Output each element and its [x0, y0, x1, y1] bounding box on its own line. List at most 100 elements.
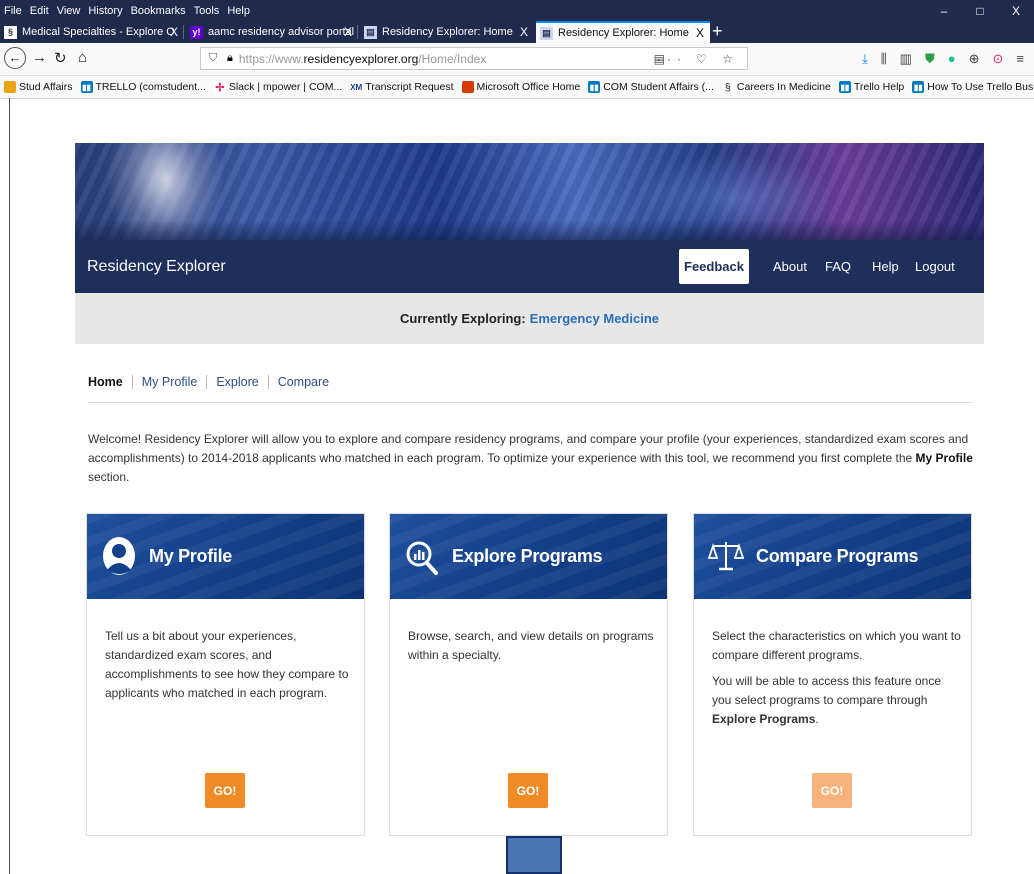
crumb-explore[interactable]: Explore	[206, 375, 267, 389]
tab-strip: § Medical Specialties - Explore O X y! a…	[0, 21, 1034, 43]
slack-icon: ✢	[213, 81, 226, 94]
card-header: Explore Programs	[390, 514, 667, 599]
tab-residency-explorer-active[interactable]: ▤ Residency Explorer: Home X	[536, 21, 710, 43]
bookmark-item[interactable]: XM Transcript Request	[350, 81, 454, 93]
extension-icon[interactable]: ⊕	[969, 51, 980, 67]
bookmark-favicon-icon	[4, 81, 16, 93]
window-edge	[9, 98, 10, 874]
site-brand[interactable]: Residency Explorer	[87, 240, 226, 293]
exploring-specialty[interactable]: Emergency Medicine	[530, 311, 659, 326]
trello-icon: ▮▮	[80, 81, 93, 93]
tab-title: Residency Explorer: Home	[382, 26, 513, 38]
my-profile-ref: My Profile	[915, 451, 973, 465]
card-header: My Profile	[87, 514, 364, 599]
xm-icon: XM	[350, 81, 363, 93]
close-tab-icon[interactable]: X	[696, 26, 704, 40]
tab-title: Medical Specialties - Explore O	[22, 26, 175, 38]
cim-icon: §	[721, 81, 734, 93]
tab-separator	[357, 25, 358, 39]
exploring-label: Currently Exploring:	[399, 311, 526, 326]
crumb-compare[interactable]: Compare	[267, 375, 338, 389]
tracking-shield-icon[interactable]: ⛉	[209, 52, 217, 65]
crumb-my-profile[interactable]: My Profile	[131, 375, 207, 389]
reload-icon[interactable]: ↻	[54, 49, 67, 67]
card-title: Explore Programs	[452, 546, 603, 566]
bookmark-item[interactable]: ✢ Slack | mpower | COM...	[213, 81, 342, 94]
banner-shade	[75, 220, 984, 240]
download-icon[interactable]: ⤓	[862, 51, 868, 67]
user-icon	[103, 537, 135, 575]
explore-programs-ref: Explore Programs	[712, 712, 816, 726]
navigation-bar: ← → ↻ ⌂ ⛉ 🔒︎ https://www. residencyexplor…	[0, 43, 1034, 76]
grammarly-icon[interactable]: ●	[948, 51, 956, 67]
pocket-icon[interactable]: ⊙	[993, 51, 1004, 67]
bookmark-item[interactable]: ▮▮ Trello Help	[838, 81, 904, 93]
tab-aamc-advisor[interactable]: y! aamc residency advisor portal X	[186, 21, 358, 43]
sidebar-icon[interactable]: ▥	[900, 51, 912, 67]
card-body: Select the characteristics on which you …	[712, 629, 961, 726]
office-icon	[461, 81, 474, 93]
bookmark-item[interactable]: ▮▮ TRELLO (comstudent...	[80, 81, 206, 93]
menu-view[interactable]: View	[57, 5, 81, 17]
bookmark-item[interactable]: Microsoft Office Home	[461, 81, 580, 93]
menu-bookmarks[interactable]: Bookmarks	[131, 5, 186, 17]
nav-about[interactable]: About	[773, 240, 807, 293]
trello-icon: ▮▮	[912, 81, 925, 93]
my-profile-go-button[interactable]: GO!	[205, 773, 245, 808]
library-icon[interactable]: ⫼	[881, 51, 887, 67]
bookmarks-bar: Stud Affairs ▮▮ TRELLO (comstudent... ✢ Sl…	[0, 76, 1034, 99]
bookmark-item[interactable]: Stud Affairs	[4, 81, 73, 93]
back-icon[interactable]: ←	[4, 47, 26, 69]
close-tab-icon[interactable]: X	[344, 25, 352, 39]
menu-help[interactable]: Help	[227, 5, 250, 17]
yahoo-favicon-icon: y!	[190, 25, 203, 39]
explore-programs-card: Explore Programs Browse, search, and vie…	[389, 513, 668, 836]
my-profile-card: My Profile Tell us a bit about your expe…	[86, 513, 365, 836]
maximize-button[interactable]: □	[962, 4, 998, 18]
forward-icon[interactable]: →	[32, 49, 47, 66]
breadcrumb-divider	[88, 402, 973, 403]
new-tab-button[interactable]: +	[712, 21, 723, 43]
menu-history[interactable]: History	[88, 5, 122, 17]
feedback-button[interactable]: Feedback	[679, 249, 749, 284]
bookmark-item[interactable]: § Careers In Medicine	[721, 81, 831, 93]
trello-icon: ▮▮	[588, 81, 601, 93]
menu-tools[interactable]: Tools	[194, 5, 220, 17]
breadcrumb: Home My Profile Explore Compare	[88, 374, 338, 390]
card-header: Compare Programs	[694, 514, 971, 599]
nav-logout[interactable]: Logout	[915, 240, 955, 293]
tab-medical-specialties[interactable]: § Medical Specialties - Explore O X	[0, 21, 184, 43]
extension-shield-icon[interactable]: ⛊	[925, 51, 935, 67]
close-window-button[interactable]: X	[998, 4, 1034, 18]
menu-file[interactable]: File	[4, 5, 22, 17]
explore-programs-go-button[interactable]: GO!	[508, 773, 548, 808]
tab-title: Residency Explorer: Home	[558, 27, 689, 39]
crumb-home[interactable]: Home	[88, 375, 132, 389]
trello-icon: ▮▮	[838, 81, 851, 93]
minimize-button[interactable]: –	[926, 4, 962, 18]
window-controls: – □ X	[926, 0, 1034, 21]
bookmark-item[interactable]: ▮▮ How To Use Trello Bus...	[912, 81, 1034, 93]
bookmark-item[interactable]: ▮▮ COM Student Affairs (...	[588, 81, 714, 93]
tab-separator	[183, 25, 184, 39]
lock-icon[interactable]: 🔒︎	[227, 52, 233, 65]
floating-blue-square	[506, 836, 562, 874]
close-tab-icon[interactable]: X	[170, 25, 178, 39]
compare-programs-card: Compare Programs Select the characterist…	[693, 513, 972, 836]
url-domain: residencyexplorer.org	[303, 51, 419, 66]
nav-help[interactable]: Help	[872, 240, 899, 293]
compare-programs-go-button[interactable]: GO!	[812, 773, 852, 808]
toolbar-icons: ⤓ ⫼ ▥ ⛊ ● ⊕ ⊙ ≡	[862, 51, 1024, 67]
nav-faq[interactable]: FAQ	[825, 240, 851, 293]
menu-icon[interactable]: ≡	[1016, 51, 1024, 67]
home-icon[interactable]: ⌂	[78, 49, 87, 66]
card-body: Tell us a bit about your experiences, st…	[105, 629, 349, 700]
site-navbar: Residency Explorer Feedback About FAQ He…	[75, 240, 984, 293]
close-tab-icon[interactable]: X	[520, 25, 528, 39]
url-bar[interactable]: ⛉ 🔒︎ https://www. residencyexplorer.org/H…	[200, 47, 748, 70]
currently-exploring-bar: Currently Exploring: Emergency Medicine	[75, 293, 984, 344]
search-chart-icon	[406, 541, 438, 575]
page-actions[interactable]: ··· ♡ ☆	[657, 52, 739, 66]
menu-edit[interactable]: Edit	[30, 5, 49, 17]
tab-residency-explorer-1[interactable]: ▤ Residency Explorer: Home X	[360, 21, 534, 43]
